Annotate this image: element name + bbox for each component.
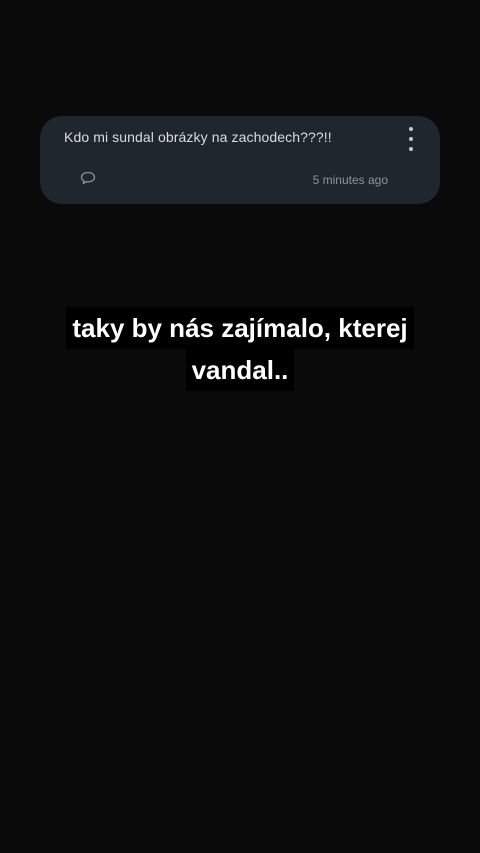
more-vertical-icon bbox=[409, 127, 413, 131]
more-dot bbox=[409, 137, 413, 141]
reply-button[interactable] bbox=[80, 171, 96, 185]
comment-card: Kdo mi sundal obrázky na zachodech???!! … bbox=[40, 116, 440, 204]
speech-bubble-icon bbox=[80, 171, 96, 185]
comment-text: Kdo mi sundal obrázky na zachodech???!! bbox=[64, 129, 332, 145]
caption-line-1: taky by nás zajímalo, kterej bbox=[66, 307, 414, 349]
story-screen: Kdo mi sundal obrázky na zachodech???!! … bbox=[0, 0, 480, 853]
more-options-button[interactable] bbox=[404, 127, 418, 151]
comment-timestamp: 5 minutes ago bbox=[312, 173, 388, 187]
caption-line-2: vandal.. bbox=[185, 349, 295, 391]
more-dot bbox=[409, 147, 413, 151]
story-caption: taky by nás zajímalo, kterej vandal.. bbox=[0, 307, 480, 391]
